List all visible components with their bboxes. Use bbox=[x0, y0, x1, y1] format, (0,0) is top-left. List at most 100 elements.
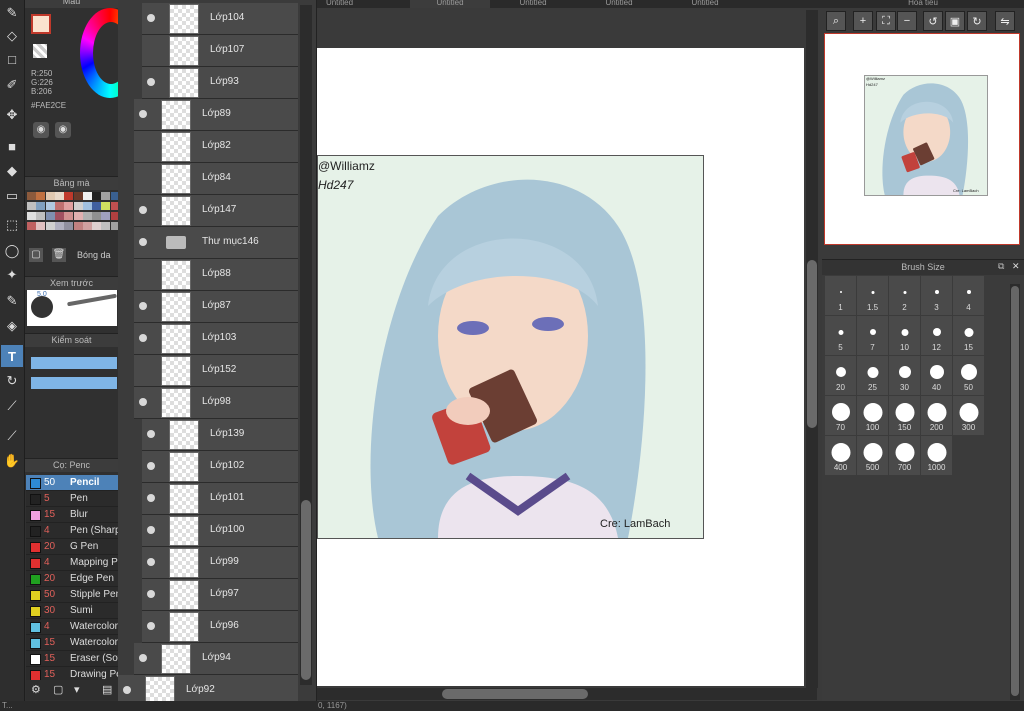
close-icon[interactable]: ✕ bbox=[1012, 261, 1020, 272]
layer-row[interactable]: Lớp96 bbox=[142, 611, 298, 643]
brush-size-option[interactable]: 300 bbox=[953, 396, 985, 436]
brush-size-option[interactable]: 7 bbox=[857, 316, 889, 356]
brush-tool-icon[interactable]: ✎ bbox=[1, 2, 23, 24]
new-brush-icon[interactable]: ▢ bbox=[53, 683, 63, 696]
layer-row[interactable]: Lớp87 bbox=[134, 291, 298, 323]
palette-swatch[interactable] bbox=[64, 222, 74, 230]
layer-row[interactable]: Lớp99 bbox=[142, 547, 298, 579]
transparent-color-swatch[interactable] bbox=[33, 44, 47, 58]
eraser-tool-icon[interactable]: ◇ bbox=[1, 25, 23, 47]
select-tool-icon[interactable]: ⬚ bbox=[1, 214, 23, 236]
brush-file-icon[interactable]: ▤ bbox=[102, 683, 112, 696]
palette-swatch[interactable] bbox=[73, 222, 83, 230]
palette-swatch[interactable] bbox=[101, 212, 111, 220]
brush-item[interactable]: 5 Pen bbox=[26, 491, 118, 507]
tab-untitled-3[interactable]: Untitled bbox=[493, 0, 573, 8]
brush-size-option[interactable]: 20 bbox=[825, 356, 857, 396]
canvas-vertical-thumb[interactable] bbox=[807, 260, 817, 428]
visibility-icon[interactable] bbox=[147, 494, 155, 502]
layer-row[interactable]: Lớp88 bbox=[134, 259, 298, 291]
brush-size-option[interactable]: 1 bbox=[825, 276, 857, 316]
palette-swatch[interactable] bbox=[45, 192, 55, 200]
palette-swatch[interactable] bbox=[27, 212, 36, 220]
layer-row[interactable]: Lớp102 bbox=[142, 451, 298, 483]
palette-swatch[interactable] bbox=[101, 222, 111, 230]
palette-swatch[interactable] bbox=[45, 212, 55, 220]
visibility-icon[interactable] bbox=[147, 526, 155, 534]
gradient-tool-icon[interactable]: ▭ bbox=[1, 185, 23, 207]
palette-swatch[interactable] bbox=[27, 222, 36, 230]
palette-swatch[interactable] bbox=[36, 212, 46, 220]
layer-row[interactable]: Lớp84 bbox=[134, 163, 298, 195]
brush-item[interactable]: 4 Mapping Pen bbox=[26, 555, 118, 571]
tab-untitled-4[interactable]: Untitled bbox=[579, 0, 659, 8]
palette-icon[interactable]: ◉ bbox=[33, 122, 49, 138]
canvas-horizontal-thumb[interactable] bbox=[442, 689, 588, 699]
palette-swatch[interactable] bbox=[82, 222, 92, 230]
palette-swatch[interactable] bbox=[54, 192, 64, 200]
zoom-in-icon[interactable]: + bbox=[853, 11, 873, 31]
brush-size-option[interactable]: 25 bbox=[857, 356, 889, 396]
palette-swatch[interactable] bbox=[45, 202, 55, 210]
tab-untitled-5[interactable]: Untitled bbox=[665, 0, 745, 8]
layer-row[interactable]: Lớp103 bbox=[134, 323, 298, 355]
brush-item[interactable]: 20 G Pen bbox=[26, 539, 118, 555]
palette-swatch[interactable] bbox=[36, 202, 46, 210]
brush-dropdown-icon[interactable]: ▾ bbox=[74, 683, 80, 696]
brush-size-option[interactable]: 700 bbox=[889, 436, 921, 476]
hand-tool-icon[interactable]: ✋ bbox=[1, 450, 23, 472]
layers-scroll-thumb[interactable] bbox=[301, 500, 311, 680]
brush-size-option[interactable]: 2 bbox=[889, 276, 921, 316]
palette-swatch[interactable] bbox=[82, 202, 92, 210]
palette-swatch[interactable] bbox=[54, 222, 64, 230]
visibility-icon[interactable] bbox=[139, 238, 147, 246]
visibility-icon[interactable] bbox=[139, 398, 147, 406]
brush-size-option[interactable]: 1.5 bbox=[857, 276, 889, 316]
layer-row[interactable]: Lớp98 bbox=[134, 387, 298, 419]
brush-size-option[interactable]: 12 bbox=[921, 316, 953, 356]
rotate-left-icon[interactable]: ↺ bbox=[923, 11, 943, 31]
palette-swatch[interactable] bbox=[92, 192, 102, 200]
text-tool-icon[interactable]: T bbox=[1, 345, 23, 367]
lasso-tool-icon[interactable]: ◯ bbox=[1, 240, 23, 262]
palette-swatch[interactable] bbox=[36, 192, 46, 200]
move-tool-icon[interactable]: ✥ bbox=[1, 104, 23, 126]
visibility-icon[interactable] bbox=[147, 78, 155, 86]
visibility-icon[interactable] bbox=[123, 686, 131, 694]
hex-value[interactable]: #FAE2CE bbox=[31, 101, 66, 110]
reset-view-icon[interactable]: ▣ bbox=[945, 11, 965, 31]
palette-add-icon[interactable]: ◉ bbox=[55, 122, 71, 138]
popout-icon[interactable]: ⧉ bbox=[998, 261, 1004, 272]
brush-size-option[interactable]: 500 bbox=[857, 436, 889, 476]
layer-row[interactable]: Lớp147 bbox=[134, 195, 298, 227]
palette-swatch[interactable] bbox=[101, 192, 111, 200]
brush-size-option[interactable]: 1000 bbox=[921, 436, 953, 476]
fit-window-icon[interactable]: ⛶ bbox=[876, 11, 896, 31]
select-eraser-icon[interactable]: ◈ bbox=[1, 315, 23, 337]
palette-swatch[interactable] bbox=[73, 212, 83, 220]
brush-settings-icon[interactable]: ⚙ bbox=[31, 683, 41, 696]
visibility-icon[interactable] bbox=[147, 590, 155, 598]
palette-swatch[interactable] bbox=[92, 212, 102, 220]
visibility-icon[interactable] bbox=[147, 558, 155, 566]
rect-select-icon[interactable]: □ bbox=[1, 48, 23, 70]
layer-row[interactable]: Lớp107 bbox=[142, 35, 298, 67]
current-color-swatch[interactable] bbox=[31, 14, 51, 34]
visibility-icon[interactable] bbox=[147, 622, 155, 630]
brush-size-option[interactable]: 4 bbox=[953, 276, 985, 316]
zoom-out-icon[interactable]: − bbox=[897, 11, 917, 31]
magic-wand-icon[interactable]: ✦ bbox=[1, 264, 23, 286]
brush-size-option[interactable]: 70 bbox=[825, 396, 857, 436]
delete-palette-icon[interactable]: 🗑 bbox=[52, 248, 66, 262]
brush-item[interactable]: 4 Watercolor bbox=[26, 619, 118, 635]
palette-swatch[interactable] bbox=[27, 192, 36, 200]
tab-untitled-2[interactable]: Untitled bbox=[410, 0, 490, 8]
brush-item[interactable]: 20 Edge Pen bbox=[26, 571, 118, 587]
fill-rect-icon[interactable]: ■ bbox=[1, 135, 23, 157]
palette-swatch[interactable] bbox=[82, 212, 92, 220]
brush-size-option[interactable]: 200 bbox=[921, 396, 953, 436]
palette-swatch[interactable] bbox=[54, 202, 64, 210]
eyedropper-icon[interactable]: ⟋ bbox=[1, 425, 23, 447]
visibility-icon[interactable] bbox=[139, 206, 147, 214]
layer-row[interactable]: Lớp93 bbox=[142, 67, 298, 99]
